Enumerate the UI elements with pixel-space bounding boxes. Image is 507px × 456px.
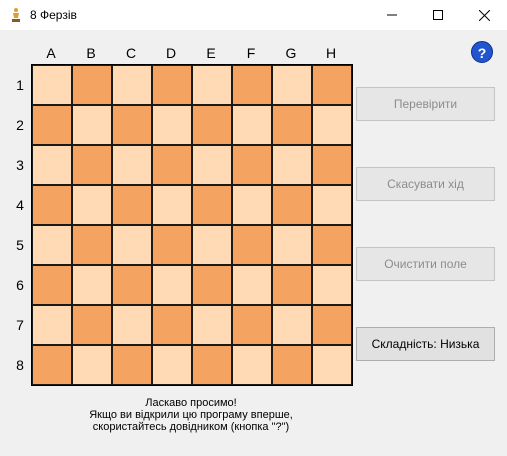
row-label-1: 1 — [16, 77, 24, 93]
board-square-c4[interactable] — [112, 185, 152, 225]
column-label-e: E — [206, 45, 216, 61]
board-square-h5[interactable] — [312, 225, 352, 265]
board-square-e3[interactable] — [192, 145, 232, 185]
column-label-g: G — [285, 45, 297, 61]
board-square-f6[interactable] — [232, 265, 272, 305]
board-square-b7[interactable] — [72, 305, 112, 345]
row-label-8: 8 — [16, 357, 24, 373]
board-square-d5[interactable] — [152, 225, 192, 265]
maximize-button[interactable] — [415, 0, 461, 30]
board-square-g3[interactable] — [272, 145, 312, 185]
board-square-c3[interactable] — [112, 145, 152, 185]
board-square-h8[interactable] — [312, 345, 352, 385]
close-icon — [478, 9, 490, 21]
board-square-f7[interactable] — [232, 305, 272, 345]
board-square-d6[interactable] — [152, 265, 192, 305]
board-square-b8[interactable] — [72, 345, 112, 385]
board-square-h7[interactable] — [312, 305, 352, 345]
board-square-e4[interactable] — [192, 185, 232, 225]
queen-icon — [12, 8, 20, 22]
board-square-a5[interactable] — [32, 225, 72, 265]
minimize-button[interactable] — [369, 0, 415, 30]
welcome-line-3: скористайтесь довідником (кнопка "?") — [92, 421, 290, 433]
board-square-f1[interactable] — [232, 65, 272, 105]
row-label-4: 4 — [16, 197, 24, 213]
column-label-h: H — [325, 45, 337, 61]
board-square-g1[interactable] — [272, 65, 312, 105]
board-square-b4[interactable] — [72, 185, 112, 225]
board-square-d2[interactable] — [152, 105, 192, 145]
board-square-e1[interactable] — [192, 65, 232, 105]
welcome-message: Ласкаво просимо! Якщо ви відкрили цю про… — [31, 397, 351, 433]
board-square-a3[interactable] — [32, 145, 72, 185]
row-label-6: 6 — [16, 277, 24, 293]
board-square-d3[interactable] — [152, 145, 192, 185]
board-square-e5[interactable] — [192, 225, 232, 265]
board-square-b5[interactable] — [72, 225, 112, 265]
board-square-a8[interactable] — [32, 345, 72, 385]
help-button[interactable]: ? — [471, 41, 493, 63]
board-square-b2[interactable] — [72, 105, 112, 145]
board-square-g4[interactable] — [272, 185, 312, 225]
welcome-line-1: Ласкаво просимо! — [145, 397, 237, 409]
board-square-h1[interactable] — [312, 65, 352, 105]
board-square-c6[interactable] — [112, 265, 152, 305]
column-label-a: A — [46, 45, 56, 61]
minimize-icon — [387, 14, 397, 16]
board-square-d1[interactable] — [152, 65, 192, 105]
board-square-g6[interactable] — [272, 265, 312, 305]
row-label-2: 2 — [16, 117, 24, 133]
window-title: 8 Ферзів — [30, 8, 77, 22]
board-square-h2[interactable] — [312, 105, 352, 145]
difficulty-button[interactable]: Складність: Низька — [356, 327, 495, 361]
maximize-icon — [433, 10, 443, 20]
check-button[interactable]: Перевірити — [356, 87, 495, 121]
close-button[interactable] — [461, 0, 507, 30]
board-square-f8[interactable] — [232, 345, 272, 385]
chess-board — [31, 64, 353, 386]
board-square-a1[interactable] — [32, 65, 72, 105]
board-square-a6[interactable] — [32, 265, 72, 305]
board-square-d7[interactable] — [152, 305, 192, 345]
board-square-d4[interactable] — [152, 185, 192, 225]
title-bar: 8 Ферзів — [0, 0, 507, 30]
column-label-d: D — [165, 45, 177, 61]
board-square-f4[interactable] — [232, 185, 272, 225]
clear-board-button[interactable]: Очистити поле — [356, 247, 495, 281]
board-square-a4[interactable] — [32, 185, 72, 225]
board-square-e6[interactable] — [192, 265, 232, 305]
column-label-f: F — [246, 45, 256, 61]
board-square-e7[interactable] — [192, 305, 232, 345]
column-label-c: C — [125, 45, 137, 61]
board-square-f3[interactable] — [232, 145, 272, 185]
board-square-c2[interactable] — [112, 105, 152, 145]
board-square-g8[interactable] — [272, 345, 312, 385]
board-square-b6[interactable] — [72, 265, 112, 305]
row-label-3: 3 — [16, 157, 24, 173]
board-square-g7[interactable] — [272, 305, 312, 345]
board-square-b3[interactable] — [72, 145, 112, 185]
board-square-c1[interactable] — [112, 65, 152, 105]
board-square-f5[interactable] — [232, 225, 272, 265]
board-square-h6[interactable] — [312, 265, 352, 305]
board-square-h4[interactable] — [312, 185, 352, 225]
row-label-5: 5 — [16, 237, 24, 253]
board-square-d8[interactable] — [152, 345, 192, 385]
undo-move-button[interactable]: Скасувати хід — [356, 167, 495, 201]
board-square-g5[interactable] — [272, 225, 312, 265]
board-square-a2[interactable] — [32, 105, 72, 145]
board-square-b1[interactable] — [72, 65, 112, 105]
board-square-h3[interactable] — [312, 145, 352, 185]
board-square-c5[interactable] — [112, 225, 152, 265]
board-square-c7[interactable] — [112, 305, 152, 345]
welcome-line-2: Якщо ви відкрили цю програму вперше, — [89, 409, 293, 421]
board-square-g2[interactable] — [272, 105, 312, 145]
board-square-e8[interactable] — [192, 345, 232, 385]
board-square-c8[interactable] — [112, 345, 152, 385]
board-square-a7[interactable] — [32, 305, 72, 345]
board-square-f2[interactable] — [232, 105, 272, 145]
column-label-b: B — [86, 45, 96, 61]
row-label-7: 7 — [16, 317, 24, 333]
board-square-e2[interactable] — [192, 105, 232, 145]
